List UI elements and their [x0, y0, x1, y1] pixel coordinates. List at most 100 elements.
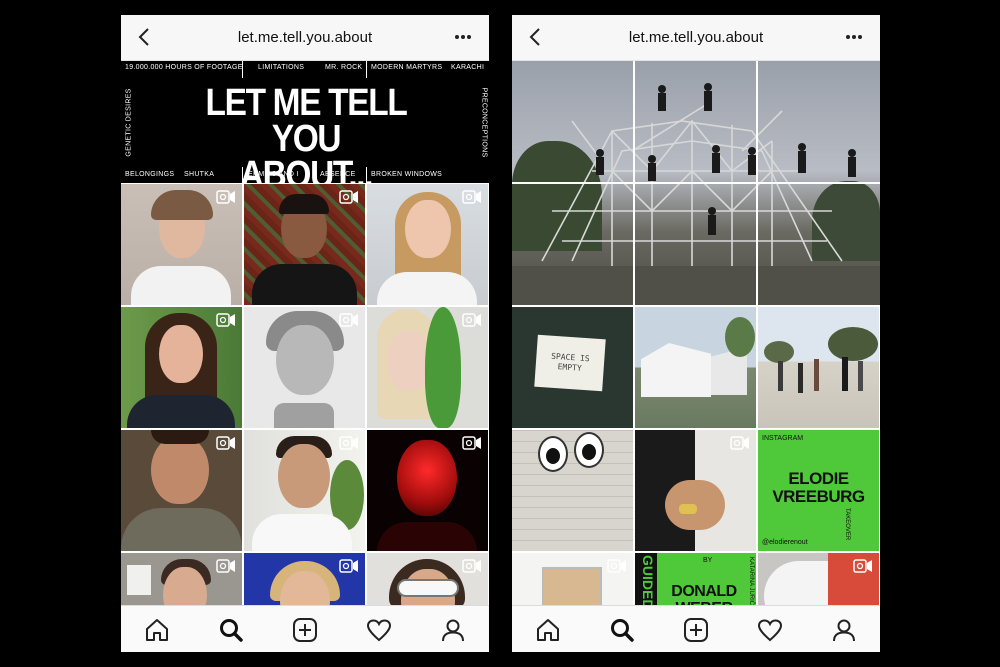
photo-post-thumbnail[interactable]: SPACE IS EMPTY — [512, 307, 633, 428]
heart-icon[interactable] — [365, 616, 393, 644]
tree — [764, 341, 794, 363]
new-post-icon[interactable] — [682, 616, 710, 644]
search-icon[interactable] — [217, 616, 245, 644]
bottom-tab-bar — [121, 605, 489, 652]
video-post-thumbnail[interactable] — [367, 184, 488, 305]
video-post-thumbnail[interactable] — [244, 553, 365, 609]
title-banner-post[interactable]: 19.000.000 HOURS OF FOOTAGE LIMITATIONS … — [121, 61, 489, 194]
banner-label: MODERN MARTYRS — [371, 64, 443, 71]
portrait-shirt — [121, 508, 242, 551]
tile-name-line: VREEBURG — [772, 487, 865, 506]
back-arrow-icon[interactable] — [131, 23, 159, 51]
video-icon — [339, 559, 358, 573]
photo-post-thumbnail[interactable] — [635, 307, 756, 428]
username-title: let.me.tell.you.about — [237, 29, 373, 46]
profile-icon[interactable] — [439, 616, 467, 644]
video-icon — [216, 559, 235, 573]
post-grid: 19.000.000 HOURS OF FOOTAGE LIMITATIONS … — [121, 61, 489, 609]
tile-name: ELODIE VREEBURG — [758, 470, 879, 506]
portrait-face — [159, 325, 203, 383]
video-icon — [339, 190, 358, 204]
person — [858, 361, 863, 391]
portrait-face — [397, 440, 457, 516]
tile-handle: @elodierenout — [762, 539, 808, 546]
video-post-thumbnail[interactable] — [121, 307, 242, 428]
portrait-shirt — [377, 272, 477, 305]
video-post-thumbnail[interactable] — [244, 184, 365, 305]
video-icon — [462, 436, 481, 450]
search-icon[interactable] — [608, 616, 636, 644]
tile-side-label: KATARINA JURIČ — [748, 557, 754, 606]
tree — [725, 317, 755, 357]
video-post-thumbnail[interactable] — [121, 430, 242, 551]
portrait-face — [163, 567, 207, 609]
person — [778, 361, 783, 391]
post-grid: SPACE IS EMPTY INSTAGRAM ELODIE VREEBURG… — [512, 61, 880, 609]
video-post-thumbnail[interactable] — [121, 184, 242, 305]
portrait-face — [276, 325, 334, 395]
person — [814, 359, 819, 391]
divider — [366, 61, 367, 78]
googly-eye — [574, 432, 604, 468]
banner-label: ERMIAS AND I — [248, 171, 299, 178]
video-icon — [853, 559, 872, 573]
home-icon[interactable] — [143, 616, 171, 644]
tile-side-label: TAKEOVER — [844, 508, 850, 541]
profile-header: let.me.tell.you.about — [121, 15, 489, 61]
photo-post-thumbnail[interactable] — [512, 430, 633, 551]
bottom-tab-bar — [512, 605, 880, 652]
scaffolding-panorama-post[interactable] — [512, 61, 880, 305]
video-post-thumbnail[interactable] — [635, 430, 756, 551]
video-icon — [216, 190, 235, 204]
wall-poster — [127, 565, 151, 595]
video-icon — [216, 313, 235, 327]
home-icon[interactable] — [534, 616, 562, 644]
white-tent — [641, 343, 711, 397]
tile-label: INSTAGRAM — [762, 435, 804, 442]
tile-name-line: DONALD — [671, 583, 737, 600]
portrait-shirt — [252, 514, 352, 551]
video-post-thumbnail[interactable] — [367, 553, 488, 609]
banner-vertical-label: PRECONCEPTIONS — [480, 87, 488, 158]
video-post-thumbnail[interactable] — [244, 307, 365, 428]
takeover-announcement-post[interactable]: INSTAGRAM ELODIE VREEBURG TAKEOVER @elod… — [758, 430, 879, 551]
video-post-thumbnail[interactable] — [121, 553, 242, 609]
person — [842, 357, 848, 391]
video-post-thumbnail[interactable] — [367, 307, 488, 428]
new-post-icon[interactable] — [291, 616, 319, 644]
guided-tour-post[interactable]: GUIDED BY DONALD WEBER KATARINA JURIČ — [635, 553, 756, 609]
portrait-neck — [274, 403, 334, 428]
phone-screen-right: let.me.tell.you.about SPACE IS EMPTY INS… — [512, 15, 880, 652]
photo-post-thumbnail[interactable] — [758, 307, 879, 428]
heart-icon[interactable] — [756, 616, 784, 644]
portrait-face — [278, 444, 330, 508]
grid-gap — [512, 182, 880, 184]
portrait-shoulders — [377, 522, 477, 551]
rolled-paper — [764, 561, 834, 609]
video-icon — [730, 436, 749, 450]
more-options-icon[interactable] — [840, 23, 868, 51]
banner-label: BROKEN WINDOWS — [371, 171, 443, 178]
tile-guided-label: GUIDED — [640, 555, 656, 609]
banner-vertical-label: GENETIC DESIRES — [125, 88, 133, 157]
googly-eye — [538, 436, 568, 472]
username-title: let.me.tell.you.about — [628, 29, 764, 46]
portrait-hair — [151, 190, 213, 220]
video-post-thumbnail[interactable] — [758, 553, 879, 609]
banner-label: LIMITATIONS — [258, 64, 305, 71]
tile-name-line: ELODIE — [788, 469, 849, 488]
video-post-thumbnail[interactable] — [367, 430, 488, 551]
phone-screen-left: let.me.tell.you.about 19.000.000 HOURS O… — [121, 15, 489, 652]
back-arrow-icon[interactable] — [522, 23, 550, 51]
portrait-hair — [151, 430, 209, 444]
video-post-thumbnail[interactable] — [244, 430, 365, 551]
video-icon — [339, 436, 358, 450]
banner-label: SHUTKA — [184, 171, 215, 178]
profile-icon[interactable] — [830, 616, 858, 644]
tile-by-label: BY — [703, 557, 713, 564]
video-post-thumbnail[interactable] — [512, 553, 633, 609]
video-icon — [607, 559, 626, 573]
banner-label: MR. ROCK — [325, 64, 363, 71]
more-options-icon[interactable] — [449, 23, 477, 51]
profile-header: let.me.tell.you.about — [512, 15, 880, 61]
